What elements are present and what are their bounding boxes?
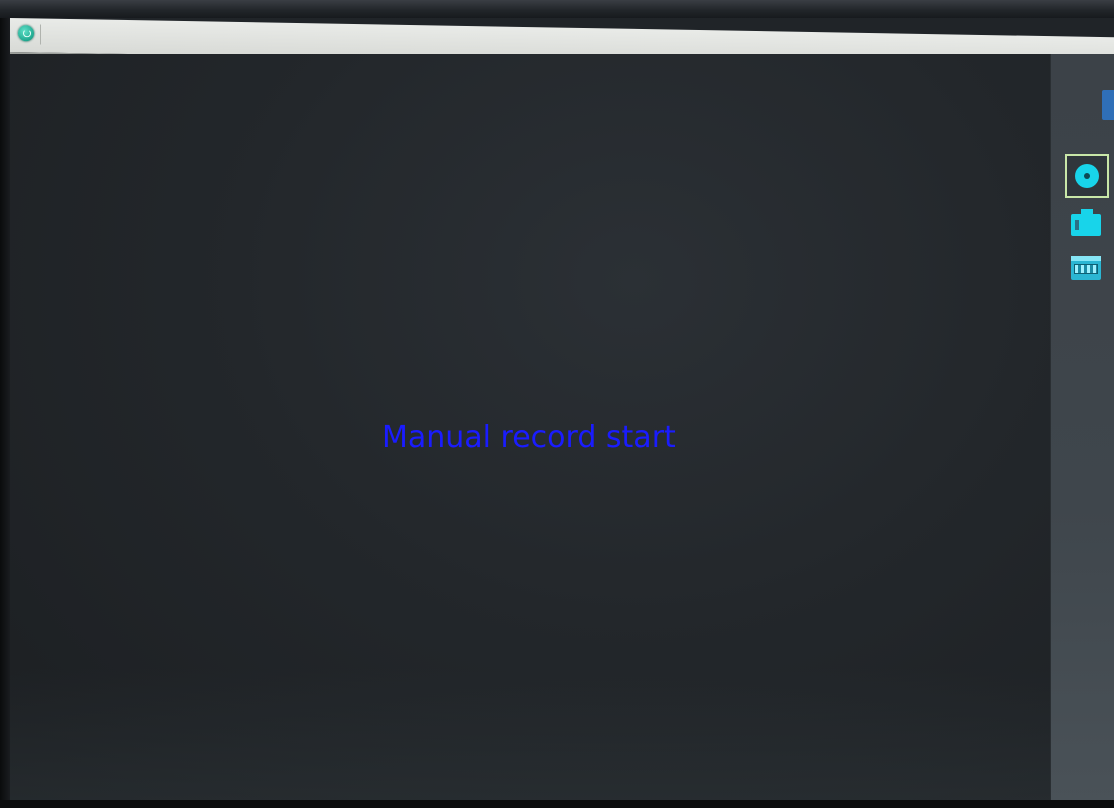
- playback-icon-header: [1071, 256, 1101, 261]
- side-toolbar: [1050, 54, 1114, 808]
- status-message: Manual record start: [382, 420, 676, 455]
- playback-button[interactable]: [1065, 248, 1109, 292]
- record-icon-center: [1084, 173, 1090, 179]
- title-separator: [40, 24, 41, 45]
- side-panel-tab[interactable]: [1102, 90, 1114, 120]
- video-display-area[interactable]: Manual record start: [10, 54, 1050, 808]
- playback-icon-strip: [1074, 264, 1098, 274]
- camera-icon-notch: [1075, 220, 1079, 230]
- record-button[interactable]: [1065, 154, 1109, 198]
- monitor-bezel-left: [0, 18, 10, 808]
- monitor-frame: Manual record start: [0, 0, 1114, 808]
- snapshot-button[interactable]: [1065, 204, 1109, 248]
- monitor-bezel-bottom: [0, 800, 1114, 808]
- power-icon[interactable]: [18, 25, 34, 42]
- screen: Manual record start: [10, 18, 1114, 808]
